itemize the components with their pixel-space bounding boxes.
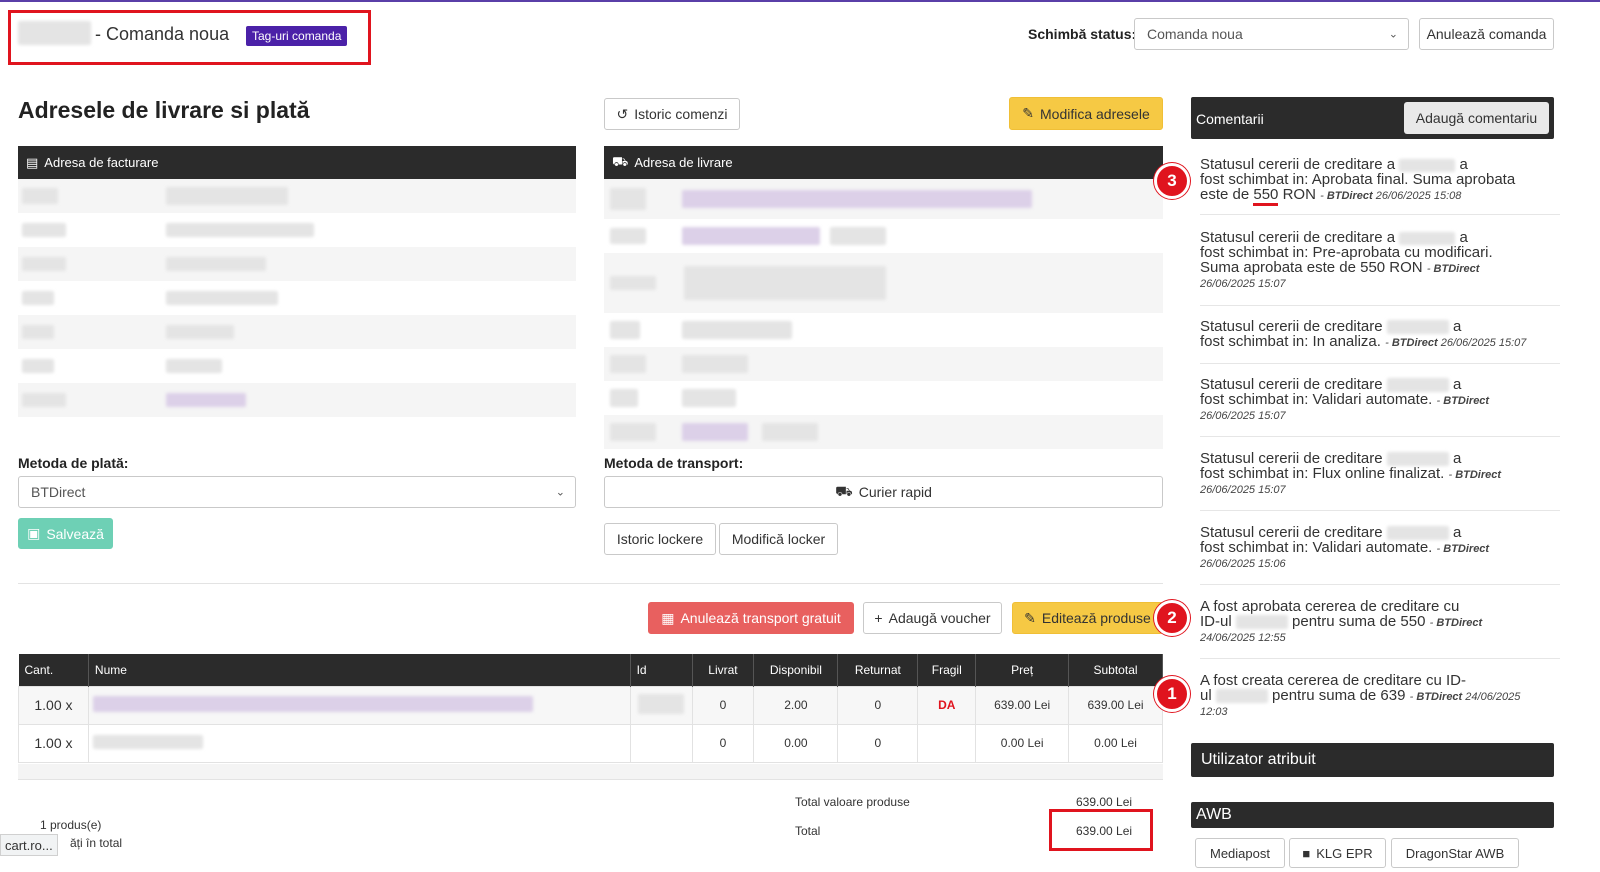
comment-item: Statusul cererii de creditare a fost sch… — [1200, 319, 1560, 364]
col-qty: Cant. — [18, 654, 89, 686]
comment-item: A fost aprobata cererea de creditare cu … — [1200, 599, 1560, 659]
col-delivered: Livrat — [692, 654, 755, 686]
comment-item: Statusul cererii de creditare a a fost s… — [1200, 230, 1560, 306]
plus-icon: + — [874, 610, 883, 626]
row-returned: 0 — [837, 685, 919, 725]
row-qty: 1.00 x — [18, 723, 89, 763]
payment-method-label: Metoda de plată: — [18, 455, 129, 471]
addresses-title: Adresele de livrare si plată — [18, 97, 310, 123]
top-accent-line — [0, 0, 1600, 2]
truck-icon: ⛟ — [612, 153, 629, 169]
row-id — [629, 723, 693, 763]
comment-item: Statusul cererii de creditare a fost sch… — [1200, 525, 1560, 585]
products-table: Cant. Nume Id Livrat Disponibil Returnat… — [18, 654, 1163, 763]
section-divider — [18, 583, 1163, 584]
awb-klg-button[interactable]: ■ KLG EPR — [1289, 838, 1386, 868]
annotation-marker-2: 2 — [1154, 600, 1190, 636]
col-fragile: Fragil — [917, 654, 977, 686]
id-card-icon: ▤ — [26, 154, 39, 170]
col-available: Disponibil — [753, 654, 839, 686]
chevron-down-icon: ⌄ — [555, 486, 565, 499]
row-available: 2.00 — [753, 685, 839, 725]
row-price: 639.00 Lei — [975, 685, 1070, 725]
row-subtotal: 0.00 Lei — [1068, 723, 1163, 763]
shipping-address-header: ⛟ Adresa de livrare — [604, 146, 1163, 179]
comment-item: Statusul cererii de creditare a a fost s… — [1200, 157, 1560, 215]
locker-history-button[interactable]: Istoric lockere — [604, 523, 716, 555]
row-name[interactable] — [87, 723, 631, 763]
total-label: Total — [795, 824, 821, 838]
awb-header: AWB — [1191, 802, 1554, 828]
approved-amount: 550 — [1253, 186, 1279, 206]
history-icon: ↺ — [616, 105, 629, 122]
row-delivered: 0 — [691, 723, 755, 763]
row-id — [629, 685, 693, 725]
order-history-button[interactable]: ↺ Istoric comenzi — [604, 98, 740, 130]
chevron-down-icon: ⌄ — [1388, 28, 1398, 41]
payment-method-select[interactable]: BTDirect ⌄ — [18, 476, 576, 508]
col-price: Preț — [975, 654, 1070, 686]
row-fragile: DA — [917, 685, 977, 725]
awb-dragonstar-button[interactable]: DragonStar AWB — [1391, 838, 1519, 868]
annotation-marker-3: 3 — [1154, 163, 1190, 199]
save-icon: ▣ — [27, 525, 41, 541]
add-comment-button[interactable]: Adaugă comentariu — [1404, 102, 1549, 134]
save-payment-button[interactable]: ▣ Salvează — [18, 518, 113, 549]
pencil-icon: ✎ — [1024, 609, 1036, 626]
pencil-icon: ✎ — [1022, 105, 1034, 121]
status-select[interactable]: Comanda noua ⌄ — [1134, 18, 1409, 50]
product-total-count: ăți în total — [70, 836, 123, 850]
status-label: Schimbă status: — [1028, 26, 1137, 42]
cancel-free-transport-button[interactable]: ▦ Anulează transport gratuit — [648, 602, 854, 634]
row-price: 0.00 Lei — [975, 723, 1070, 763]
row-delivered: 0 — [691, 685, 755, 725]
add-voucher-button[interactable]: + Adaugă voucher — [863, 602, 1002, 634]
cancel-order-button[interactable]: Anulează comanda — [1419, 18, 1554, 50]
truck-icon: ⛟ — [835, 482, 853, 499]
payment-method-value: BTDirect — [31, 484, 86, 500]
awb-mediapost-button[interactable]: Mediapost — [1195, 838, 1285, 868]
assigned-user-header: Utilizator atribuit — [1191, 743, 1554, 777]
row-name[interactable] — [87, 685, 631, 725]
billing-address-header: ▤ Adresa de facturare — [18, 146, 576, 179]
ban-icon: ▦ — [661, 609, 675, 626]
col-id: Id — [630, 654, 693, 686]
table-footer-strip — [18, 764, 1163, 780]
highlight-order-title — [8, 10, 371, 65]
total-products-value: 639.00 Lei — [1076, 795, 1133, 809]
annotation-marker-1: 1 — [1154, 676, 1190, 712]
total-products-label: Total valoare produse — [795, 795, 910, 809]
col-name: Nume — [88, 654, 631, 686]
status-bar-url: cart.ro... — [0, 834, 58, 856]
transport-method-field[interactable]: ⛟ Curier rapid — [604, 476, 1163, 508]
comment-item: A fost creata cererea de creditare cu ID… — [1200, 672, 1521, 718]
comment-item: Statusul cererii de creditare a fost sch… — [1200, 451, 1560, 511]
products-header-row: Cant. Nume Id Livrat Disponibil Returnat… — [18, 654, 1163, 686]
row-subtotal: 639.00 Lei — [1068, 685, 1163, 725]
modify-locker-button[interactable]: Modifică locker — [719, 523, 838, 555]
edit-products-button[interactable]: ✎ Editează produse — [1012, 602, 1163, 634]
row-qty: 1.00 x — [18, 685, 89, 725]
table-row: 1.00 x 0 0.00 0 0.00 Lei 0.00 Lei — [18, 723, 1163, 763]
comments-panel-header: Comentarii Adaugă comentariu — [1191, 97, 1554, 139]
row-returned: 0 — [837, 723, 919, 763]
product-count: 1 produs(e) — [40, 818, 102, 832]
comment-item: Statusul cererii de creditare a fost sch… — [1200, 377, 1560, 437]
klg-logo-icon: ■ — [1302, 845, 1311, 861]
col-returned: Returnat — [837, 654, 919, 686]
transport-method-label: Metoda de transport: — [604, 455, 744, 471]
col-subtotal: Subtotal — [1068, 654, 1163, 686]
comments-title: Comentarii — [1196, 111, 1264, 127]
row-fragile — [917, 723, 977, 763]
highlight-total — [1049, 809, 1153, 851]
modify-addresses-button[interactable]: ✎ Modifica adresele — [1009, 97, 1163, 130]
row-available: 0.00 — [753, 723, 839, 763]
table-row: 1.00 x 0 2.00 0 DA 639.00 Lei 639.00 Lei — [18, 685, 1163, 725]
status-select-value: Comanda noua — [1147, 26, 1243, 42]
